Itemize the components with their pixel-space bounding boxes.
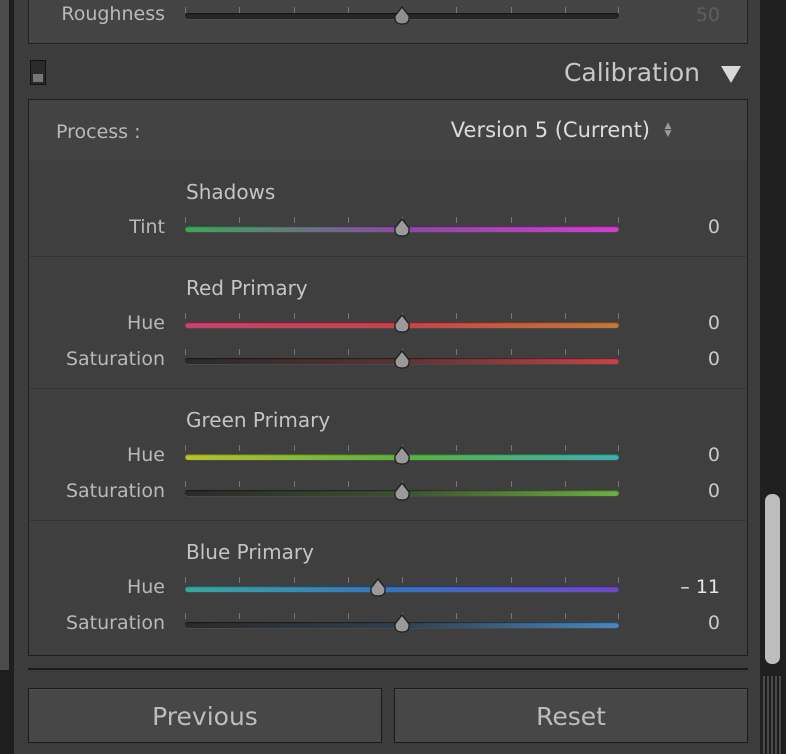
- green-saturation-slider-thumb[interactable]: [392, 482, 412, 502]
- left-panel-edge: [0, 0, 14, 754]
- red-hue-slider-thumb[interactable]: [392, 314, 412, 334]
- roughness-value[interactable]: 50: [664, 4, 720, 26]
- calibration-panel-title[interactable]: Calibration: [520, 58, 700, 87]
- shadows-tint-label: Tint: [129, 216, 165, 238]
- red-hue-label: Hue: [126, 312, 165, 334]
- blue-hue-slider-track[interactable]: [185, 586, 619, 592]
- panel-bottom-border: [28, 668, 748, 670]
- select-arrows-icon[interactable]: ▲ ▼: [663, 122, 673, 140]
- blue-saturation-slider-thumb[interactable]: [392, 614, 412, 634]
- green-primary-title: Green Primary: [186, 408, 331, 432]
- resize-grip-icon[interactable]: [763, 676, 783, 754]
- roughness-slider-thumb[interactable]: [392, 6, 412, 26]
- process-label: Process :: [56, 121, 141, 143]
- red-saturation-label: Saturation: [65, 348, 165, 370]
- green-hue-value[interactable]: 0: [664, 444, 720, 466]
- shadows-title: Shadows: [186, 180, 276, 204]
- reset-button[interactable]: Reset: [394, 688, 748, 743]
- roughness-label: Roughness: [61, 3, 165, 25]
- panel-toggle-switch[interactable]: [30, 60, 46, 85]
- shadows-tint-slider-thumb[interactable]: [392, 218, 412, 238]
- blue-saturation-value[interactable]: 0: [664, 612, 720, 634]
- red-primary-title: Red Primary: [186, 276, 308, 300]
- previous-button[interactable]: Previous: [28, 688, 382, 743]
- divider: [30, 256, 746, 257]
- shadows-tint-value[interactable]: 0: [664, 216, 720, 238]
- green-saturation-value[interactable]: 0: [664, 480, 720, 502]
- green-saturation-label: Saturation: [65, 480, 165, 502]
- blue-saturation-label: Saturation: [65, 612, 165, 634]
- collapse-triangle-icon[interactable]: [721, 66, 741, 83]
- blue-hue-ticks: [185, 577, 619, 583]
- divider: [30, 520, 746, 521]
- red-saturation-value[interactable]: 0: [664, 348, 720, 370]
- blue-hue-value[interactable]: – 11: [664, 576, 720, 598]
- green-hue-slider-thumb[interactable]: [392, 446, 412, 466]
- process-version-select[interactable]: Version 5 (Current): [440, 118, 650, 142]
- divider: [30, 388, 746, 389]
- blue-hue-label: Hue: [126, 576, 165, 598]
- blue-primary-title: Blue Primary: [186, 540, 314, 564]
- red-saturation-slider-thumb[interactable]: [392, 350, 412, 370]
- red-hue-value[interactable]: 0: [664, 312, 720, 334]
- green-hue-label: Hue: [126, 444, 165, 466]
- scrollbar-thumb[interactable]: [765, 494, 780, 664]
- blue-hue-slider-thumb[interactable]: [368, 578, 388, 598]
